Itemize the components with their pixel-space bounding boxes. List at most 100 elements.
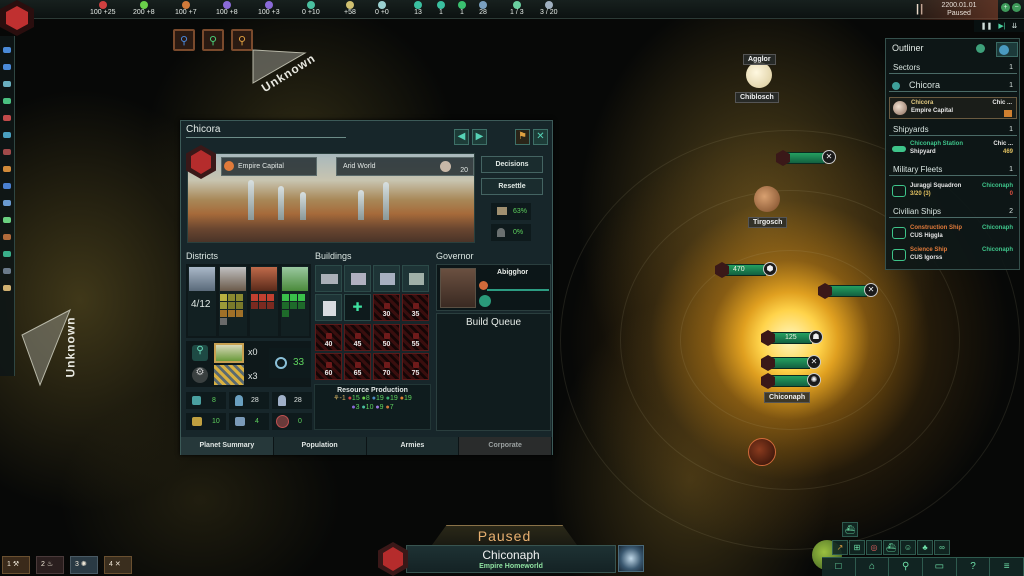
- control-group-4[interactable]: 4 ✕: [104, 556, 132, 574]
- outliner-toggle-button[interactable]: [996, 42, 1018, 57]
- close-button[interactable]: ✕: [533, 129, 548, 145]
- locked-building-slot[interactable]: 50: [373, 323, 400, 351]
- district-slot[interactable]: [220, 310, 227, 317]
- locked-building-slot[interactable]: 70: [373, 352, 400, 380]
- speed-down-button[interactable]: −: [1012, 3, 1021, 12]
- planet-label-chiblosch[interactable]: Chiblosch: [735, 92, 779, 103]
- traditions-icon[interactable]: [3, 115, 11, 121]
- starbase-bar[interactable]: 470 ⬢: [715, 262, 777, 278]
- locked-building-slot[interactable]: 45: [344, 323, 371, 351]
- help-button[interactable]: ?: [957, 558, 991, 576]
- control-group-2[interactable]: 2 ♨: [36, 556, 64, 574]
- outliner-fleet[interactable]: Juraggi Squadron 3/20 (3) Chiconaph 0: [889, 181, 1017, 203]
- outliner-shipyards[interactable]: Shipyards 1: [889, 123, 1017, 136]
- galaxy-view-button[interactable]: [618, 545, 644, 572]
- construction-ship-bar[interactable]: ✕: [761, 355, 821, 371]
- pop-stat[interactable]: 4: [229, 413, 269, 430]
- district-slot[interactable]: [251, 302, 258, 309]
- district-slot[interactable]: [236, 294, 243, 301]
- star-label-chiconaph[interactable]: Chiconaph: [764, 392, 811, 403]
- planet-label-tirgosch[interactable]: Tirgosch: [748, 217, 788, 228]
- district-slot[interactable]: [259, 302, 266, 309]
- crime-stat[interactable]: 0%: [491, 224, 531, 241]
- district-slot[interactable]: [267, 302, 274, 309]
- blocker-icon[interactable]: ⚙: [192, 367, 208, 383]
- district-slot[interactable]: [298, 294, 305, 301]
- focus-location-bar[interactable]: Chiconaph Empire Homeworld: [406, 545, 616, 573]
- deposit-image[interactable]: [214, 343, 244, 363]
- planet-label-agglor[interactable]: Agglor: [743, 54, 776, 65]
- pop-stat[interactable]: 8: [186, 392, 226, 409]
- play-icon[interactable]: ▶|: [998, 22, 1005, 30]
- next-planet-button[interactable]: ▶: [472, 129, 487, 145]
- pop-stat[interactable]: 28: [272, 392, 312, 409]
- contacts-icon[interactable]: ☺: [900, 540, 916, 555]
- resource-pops[interactable]: 1: [458, 1, 466, 17]
- resource-energy[interactable]: 100 +25: [90, 1, 116, 17]
- tab-corporate[interactable]: Corporate: [459, 437, 552, 455]
- chat-button[interactable]: ▭: [923, 558, 957, 576]
- blocker-image[interactable]: [214, 365, 244, 385]
- resource-stat[interactable]: 0 +0: [375, 1, 389, 17]
- situation-icon[interactable]: [3, 81, 11, 87]
- species-icon[interactable]: ♣: [917, 540, 933, 555]
- market-icon[interactable]: [3, 234, 11, 240]
- planet-class-tag[interactable]: Arid World 20: [336, 157, 474, 176]
- tab-armies[interactable]: Armies: [366, 437, 460, 455]
- district-slot[interactable]: [282, 310, 289, 317]
- previous-planet-button[interactable]: ◀: [454, 129, 469, 145]
- relics-icon[interactable]: [3, 251, 11, 257]
- planet-flag-button[interactable]: ⚑: [515, 129, 530, 145]
- fast-forward-icon[interactable]: ⇊: [1012, 22, 1018, 30]
- district-slot[interactable]: [282, 294, 289, 301]
- factions-icon[interactable]: [3, 268, 11, 274]
- district-slot[interactable]: [290, 302, 297, 309]
- leaders-icon[interactable]: [3, 285, 11, 291]
- district-mining[interactable]: [250, 266, 278, 336]
- outliner-planet-chicora[interactable]: Chicora Empire Capital Chic ...: [889, 97, 1017, 119]
- building-slot[interactable]: [315, 265, 342, 292]
- fleet-manager-icon[interactable]: ⛴: [842, 522, 858, 537]
- technology-icon[interactable]: [3, 98, 11, 104]
- locked-building-slot[interactable]: 75: [402, 352, 429, 380]
- outliner-sectors[interactable]: Sectors 1: [889, 61, 1017, 74]
- expansion-icon[interactable]: [3, 183, 11, 189]
- control-group-3[interactable]: 3 ✺: [70, 556, 98, 574]
- locked-building-slot[interactable]: 35: [402, 294, 429, 322]
- district-agriculture[interactable]: [281, 266, 309, 336]
- stability-stat[interactable]: 63%: [491, 203, 531, 220]
- governor-panel[interactable]: Abigghor: [436, 264, 551, 311]
- district-slot[interactable]: [290, 294, 297, 301]
- map-mode-button[interactable]: □: [822, 558, 856, 576]
- district-slot[interactable]: [228, 310, 235, 317]
- search-button[interactable]: ⚲: [889, 558, 924, 576]
- planet-tirgosch[interactable]: [754, 186, 780, 212]
- science-ship-bar[interactable]: ✺: [761, 373, 821, 389]
- resource-population[interactable]: 28: [479, 1, 487, 17]
- building-slot[interactable]: [402, 265, 429, 292]
- construction-ship-bar[interactable]: ✕: [818, 283, 878, 299]
- tab-planet-summary[interactable]: Planet Summary: [181, 437, 274, 455]
- pop-stat[interactable]: 28: [229, 392, 269, 409]
- district-slot[interactable]: [220, 302, 227, 309]
- planet-agglor[interactable]: [746, 62, 772, 88]
- edicts-icon[interactable]: [3, 149, 11, 155]
- district-slot[interactable]: [228, 294, 235, 301]
- district-slot[interactable]: [282, 302, 289, 309]
- outliner-shipyard[interactable]: Chiconaph Station Shipyard Chic ... 469: [889, 139, 1017, 161]
- district-slot[interactable]: [298, 302, 305, 309]
- species-icon[interactable]: [3, 166, 11, 172]
- district-slot[interactable]: [220, 294, 227, 301]
- district-slot[interactable]: [228, 302, 235, 309]
- building-slot[interactable]: [344, 265, 371, 292]
- survey-icon[interactable]: ⚲: [192, 345, 208, 361]
- resource-consumer-goods[interactable]: 100 +7: [175, 1, 197, 17]
- pop-stat[interactable]: 10: [186, 413, 226, 430]
- settings-icon[interactable]: [976, 44, 985, 53]
- locked-building-slot[interactable]: 30: [373, 294, 400, 322]
- district-generator[interactable]: [219, 266, 247, 336]
- speed-up-button[interactable]: +: [1001, 3, 1010, 12]
- resource-influence[interactable]: 100 +3: [258, 1, 280, 17]
- outliner-sector-chicora[interactable]: Chicora 1: [889, 79, 1017, 92]
- pause-icon[interactable]: ❚❚: [981, 22, 993, 30]
